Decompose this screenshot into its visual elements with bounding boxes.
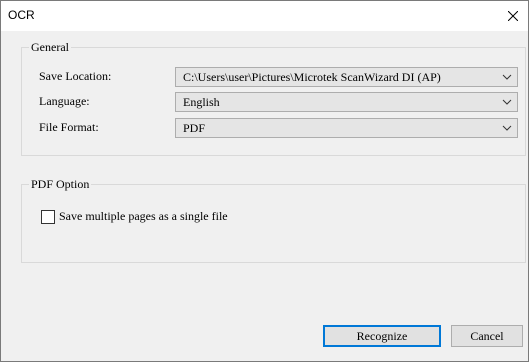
save-multiple-pages-checkbox[interactable] [41,210,55,224]
file-format-label: File Format: [39,120,99,134]
general-legend: General [29,40,71,55]
cancel-button[interactable]: Cancel [451,325,523,347]
language-dropdown[interactable]: English [175,92,518,112]
save-multiple-pages-label[interactable]: Save multiple pages as a single file [59,209,228,224]
save-location-dropdown[interactable]: C:\Users\user\Pictures\Microtek ScanWiza… [175,67,518,87]
close-button[interactable] [498,1,528,31]
close-icon [508,11,518,21]
file-format-value: PDF [183,121,206,135]
window-title: OCR [8,8,35,22]
general-group: General Save Location: C:\Users\user\Pic… [21,40,526,156]
pdf-option-group: PDF Option Save multiple pages as a sing… [21,177,526,263]
chevron-down-icon [502,74,512,80]
recognize-button[interactable]: Recognize [323,325,441,347]
pdf-option-legend: PDF Option [29,177,92,192]
chevron-down-icon [502,99,512,105]
language-value: English [183,95,220,109]
save-location-label: Save Location: [39,69,112,83]
title-bar: OCR [1,1,528,31]
chevron-down-icon [502,125,512,131]
save-location-value: C:\Users\user\Pictures\Microtek ScanWiza… [183,70,441,84]
language-label: Language: [39,94,90,108]
file-format-dropdown[interactable]: PDF [175,118,518,138]
ocr-dialog: OCR General Save Location: C:\Users\user… [0,0,529,362]
